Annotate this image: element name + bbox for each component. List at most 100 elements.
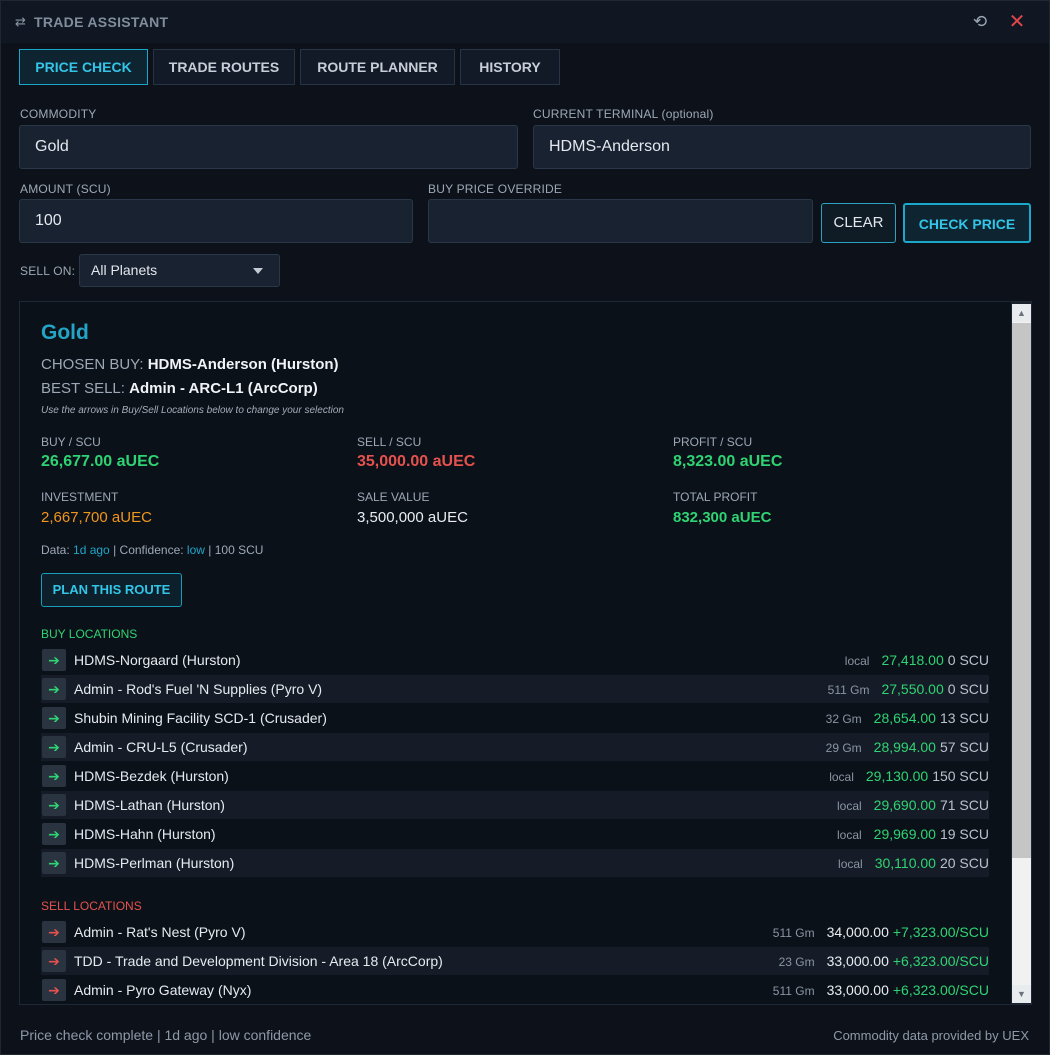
select-sell-arrow-icon[interactable]: ➔ [42,950,66,972]
buy-location-row: ➔ HDMS-Hahn (Hurston) local 29,969.00 19 SCU [41,820,989,848]
buy-location-name: Shubin Mining Facility SCD-1 (Crusader) [74,710,327,726]
scroll-up-icon[interactable]: ▲ [1012,304,1031,322]
buy-location-details: 29 Gm 28,994.00 57 SCU [826,739,989,757]
terminal-label: CURRENT TERMINAL (optional) [533,107,714,121]
meta-confidence-prefix: | Confidence: [113,543,184,557]
buy-location-row: ➔ HDMS-Bezdek (Hurston) local 29,130.00 150 … [41,762,989,790]
title-bar[interactable]: ⇄ TRADE ASSISTANT ⟲ ✕ [1,1,1049,43]
sell-location-name: Admin - Pyro Gateway (Nyx) [74,982,252,998]
buy-location-stock: 19 SCU [939,826,989,842]
buy-location-stock: 150 SCU [932,768,989,784]
sell-per-scu-label: SELL / SCU [357,435,422,449]
buy-location-stock: 0 SCU [947,652,989,668]
refresh-icon[interactable]: ⟲ [969,11,991,33]
clear-button[interactable]: CLEAR [821,203,896,243]
buy-price-override-label: BUY PRICE OVERRIDE [428,182,563,196]
tab-price-check[interactable]: PRICE CHECK [19,49,148,85]
sell-locations-title: SELL LOCATIONS [41,899,142,913]
buy-location-price: 29,690.00 [873,797,936,813]
scroll-down-icon[interactable]: ▼ [1012,985,1031,1003]
buy-location-distance: local [836,828,862,842]
check-price-button[interactable]: CHECK PRICE [903,203,1031,243]
buy-location-name: HDMS-Perlman (Hurston) [74,855,235,871]
select-buy-arrow-icon[interactable]: ➔ [42,736,66,758]
buy-location-distance: local [836,799,862,813]
sell-on-select[interactable]: All Planets [79,254,280,287]
results-scrollbar[interactable]: ▲ ▼ [1011,302,1031,1004]
select-buy-arrow-icon[interactable]: ➔ [42,852,66,874]
window-title: TRADE ASSISTANT [34,14,169,30]
meta-data-prefix: Data: [41,543,70,557]
sell-location-price: 33,000.00 [826,982,889,998]
buy-location-row: ➔ Admin - Rod's Fuel 'N Supplies (Pyro V)… [41,675,989,703]
buy-location-stock: 13 SCU [939,710,989,726]
chevron-down-icon [253,268,263,274]
commodity-input[interactable]: Gold [19,125,518,169]
sell-on-value: All Planets [91,262,158,278]
buy-location-stock: 0 SCU [947,681,989,697]
close-icon[interactable]: ✕ [1006,11,1028,33]
select-sell-arrow-icon[interactable]: ➔ [42,921,66,943]
buy-location-details: 511 Gm 27,550.00 0 SCU [828,681,989,699]
select-buy-arrow-icon[interactable]: ➔ [42,765,66,787]
select-buy-arrow-icon[interactable]: ➔ [42,678,66,700]
meta-confidence: low [186,543,205,557]
buy-location-price: 30,110.00 [874,855,936,871]
select-buy-arrow-icon[interactable]: ➔ [42,649,66,671]
sell-location-row: ➔ TDD - Trade and Development Division - … [41,947,989,975]
scrollbar-thumb[interactable] [1012,323,1031,858]
plan-this-route-button[interactable]: PLAN THIS ROUTE [41,573,182,607]
buy-location-details: local 29,690.00 71 SCU [837,797,989,815]
select-buy-arrow-icon[interactable]: ➔ [42,794,66,816]
sell-location-name: Admin - Rat's Nest (Pyro V) [74,924,246,940]
buy-location-details: local 27,418.00 0 SCU [845,652,989,670]
amount-input[interactable]: 100 [19,199,413,243]
sell-location-profit: +7,323.00/SCU [892,924,989,940]
buy-location-details: local 29,969.00 19 SCU [837,826,989,844]
buy-location-price: 28,994.00 [873,739,936,755]
commodity-label: COMMODITY [20,107,97,121]
sell-location-row: ➔ Admin - Rat's Nest (Pyro V) 511 Gm 34,000… [41,918,989,946]
buy-location-distance: 32 Gm [825,712,862,726]
buy-per-scu-label: BUY / SCU [41,435,101,449]
buy-location-price: 27,550.00 [881,681,944,697]
buy-price-override-input[interactable] [428,199,813,243]
buy-location-details: local 30,110.00 20 SCU [838,855,989,873]
sell-on-label: SELL ON: [20,264,76,278]
buy-location-row: ➔ HDMS-Lathan (Hurston) local 29,690.00 71 S… [41,791,989,819]
sell-location-price: 34,000.00 [826,924,889,940]
select-buy-arrow-icon[interactable]: ➔ [42,707,66,729]
meta-age: 1d ago [73,543,110,557]
best-sell-line: BEST SELL: Admin - ARC-L1 (ArcCorp) [41,380,318,397]
sell-location-distance: 511 Gm [772,984,815,998]
buy-location-details: local 29,130.00 150 SCU [829,768,989,786]
buy-per-scu-value: 26,677.00 aUEC [41,453,160,470]
buy-location-row: ➔ HDMS-Perlman (Hurston) local 30,110.00 20 … [41,849,989,877]
result-commodity-title: Gold [41,321,89,344]
profit-per-scu-label: PROFIT / SCU [673,435,753,449]
buy-location-distance: 511 Gm [827,683,870,697]
buy-location-name: HDMS-Norgaard (Hurston) [74,652,241,668]
buy-locations-title: BUY LOCATIONS [41,627,138,641]
sell-location-details: 23 Gm 33,000.00 +6,323.00/SCU [779,953,989,971]
buy-location-name: HDMS-Lathan (Hurston) [74,797,225,813]
buy-location-price: 29,969.00 [873,826,936,842]
terminal-input[interactable]: HDMS-Anderson [533,125,1031,169]
buy-location-distance: local [838,857,863,871]
buy-location-price: 28,654.00 [873,710,936,726]
sale-value-label: SALE VALUE [357,490,430,504]
select-buy-arrow-icon[interactable]: ➔ [42,823,66,845]
buy-location-row: ➔ Shubin Mining Facility SCD-1 (Crusader)… [41,704,989,732]
sell-location-distance: 23 Gm [778,955,815,969]
data-meta-line: Data: 1d ago | Confidence: low | 100 SCU [41,543,263,557]
sell-location-distance: 511 Gm [772,926,815,940]
tab-history[interactable]: HISTORY [460,49,560,85]
sell-per-scu-value: 35,000.00 aUEC [357,453,476,470]
buy-location-name: HDMS-Bezdek (Hurston) [74,768,229,784]
tab-route-planner[interactable]: ROUTE PLANNER [300,49,455,85]
select-sell-arrow-icon[interactable]: ➔ [42,979,66,1001]
tab-trade-routes[interactable]: TRADE ROUTES [153,49,295,85]
total-profit-label: TOTAL PROFIT [673,490,758,504]
sell-location-details: 511 Gm 33,000.00 +6,323.00/SCU [773,982,989,1000]
results-panel[interactable]: Gold CHOSEN BUY: HDMS-Anderson (Hurston)… [19,301,1032,1005]
